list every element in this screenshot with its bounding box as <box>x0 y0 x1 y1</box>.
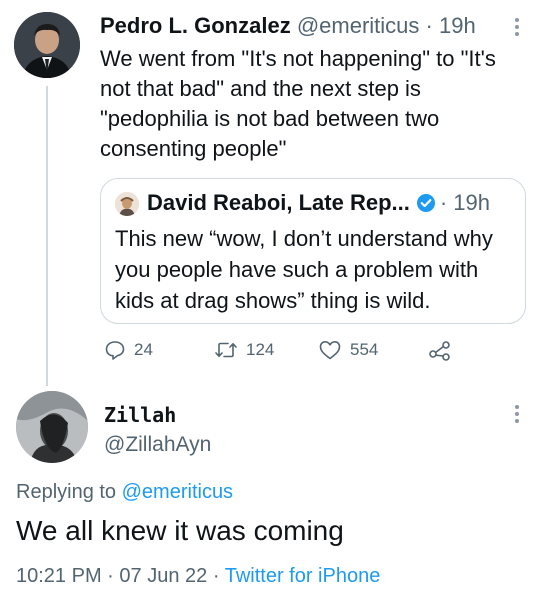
profile-photo-icon <box>16 391 88 463</box>
reply-button[interactable]: 24 <box>104 338 153 362</box>
more-options-icon[interactable] <box>514 405 520 425</box>
tweet-header: Pedro L. Gonzalez @emeriticus · 19h <box>100 12 476 40</box>
retweet-count: 124 <box>246 340 275 359</box>
tweet-source-link[interactable]: Twitter for iPhone <box>225 565 381 587</box>
separator-dot: · <box>439 190 448 215</box>
user-handle[interactable]: @ZillahAyn <box>104 433 211 457</box>
share-button[interactable] <box>428 338 460 362</box>
reply-icon <box>105 341 125 360</box>
original-tweet[interactable]: Pedro L. Gonzalez @emeriticus · 19h We w… <box>0 0 540 386</box>
like-button[interactable]: 554 <box>318 338 378 362</box>
heart-icon <box>319 341 341 360</box>
tweet-metadata: 10:21 PM · 07 Jun 22 · Twitter for iPhon… <box>16 565 380 588</box>
more-options-icon[interactable] <box>514 18 520 38</box>
avatar <box>115 192 139 216</box>
quoted-tweet[interactable]: David Reaboi, Late Rep... · 19h This new … <box>100 178 526 324</box>
share-icon <box>429 341 450 361</box>
tweet-time[interactable]: 10:21 PM <box>16 565 102 587</box>
retweet-icon <box>215 342 237 358</box>
quoted-display-name: David Reaboi, Late Rep... <box>147 190 410 215</box>
profile-photo-icon <box>14 12 80 78</box>
tweet-text: We all knew it was coming <box>16 515 344 546</box>
avatar[interactable] <box>14 12 80 78</box>
profile-photo-icon <box>115 192 139 216</box>
timestamp[interactable]: 19h <box>439 13 476 38</box>
replying-to: Replying to @emeriticus <box>16 481 233 504</box>
thread-line <box>46 86 48 386</box>
verified-badge-icon <box>416 192 436 220</box>
display-name[interactable]: Pedro L. Gonzalez <box>100 13 291 38</box>
tweet-actions: 24 124 554 <box>100 338 520 362</box>
tweet-date[interactable]: 07 Jun 22 <box>119 565 207 587</box>
retweet-button[interactable]: 124 <box>214 338 274 362</box>
reply-tweet[interactable]: Zillah @ZillahAyn Replying to @emeriticu… <box>0 385 540 609</box>
separator-dot: · <box>212 565 220 587</box>
quoted-timestamp: 19h <box>453 190 491 215</box>
reply-count: 24 <box>134 340 153 359</box>
tweet-text: We went from "It's not happening" to "It… <box>100 46 496 161</box>
replying-to-label: Replying to <box>16 481 122 503</box>
separator-dot: · <box>425 13 433 38</box>
avatar[interactable] <box>16 391 88 463</box>
separator-dot: · <box>107 565 114 587</box>
user-handle[interactable]: @emeriticus <box>297 13 420 38</box>
quoted-tweet-header: David Reaboi, Late Rep... · 19h <box>147 189 490 220</box>
like-count: 554 <box>350 340 379 359</box>
quoted-tweet-text: This new “wow, I don’t understand why yo… <box>115 226 493 313</box>
display-name[interactable]: Zillah <box>104 403 176 427</box>
replying-to-mention[interactable]: @emeriticus <box>122 481 233 503</box>
